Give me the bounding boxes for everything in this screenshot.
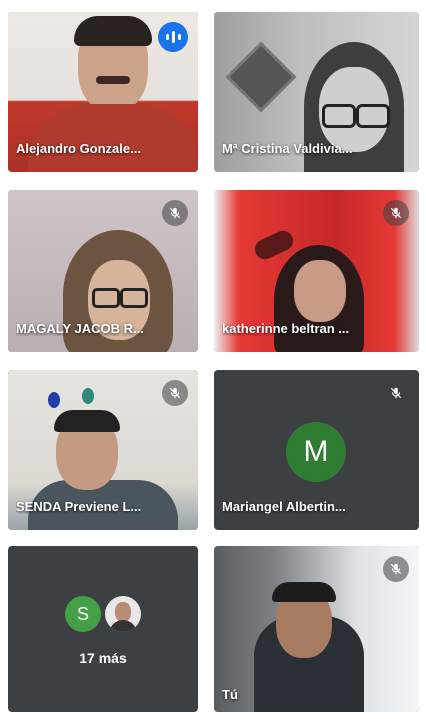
participant-tile-self[interactable]: Tú xyxy=(214,546,419,712)
participant-name: katherinne beltran ... xyxy=(222,321,350,336)
participant-photo-avatar xyxy=(105,596,141,632)
participant-avatar: M xyxy=(286,422,346,482)
avatar-initial: M xyxy=(303,435,329,468)
participant-tile-katherinne[interactable]: katherinne beltran ... xyxy=(214,190,419,352)
speaking-indicator-icon xyxy=(158,22,188,52)
participant-tile-mariangel[interactable]: M Mariangel Albertin... xyxy=(214,370,419,530)
mic-off-icon xyxy=(162,200,188,226)
participant-name: Alejandro Gonzale... xyxy=(16,141,141,156)
participant-name: Tú xyxy=(222,687,238,702)
participant-name: Mª Cristina Valdivia... xyxy=(222,141,353,156)
mic-off-icon xyxy=(162,380,188,406)
mic-off-icon xyxy=(383,380,409,406)
participant-tile-alejandro[interactable]: Alejandro Gonzale... xyxy=(8,12,198,172)
more-participants-tile[interactable]: S 17 más xyxy=(8,546,198,712)
mic-off-icon xyxy=(383,556,409,582)
participant-name: SENDA Previene L... xyxy=(16,499,142,514)
more-participants-label: 17 más xyxy=(79,650,127,666)
participant-tile-senda[interactable]: SENDA Previene L... xyxy=(8,370,198,530)
participant-tile-magaly[interactable]: MAGALY JACOB R... xyxy=(8,190,198,352)
mic-off-icon xyxy=(383,200,409,226)
avatar-initial: S xyxy=(76,603,89,624)
participant-name: MAGALY JACOB R... xyxy=(16,321,144,336)
participant-tile-cristina[interactable]: Mª Cristina Valdivia... xyxy=(214,12,419,172)
participant-name: Mariangel Albertin... xyxy=(222,499,346,514)
participant-avatar: S xyxy=(65,596,101,632)
